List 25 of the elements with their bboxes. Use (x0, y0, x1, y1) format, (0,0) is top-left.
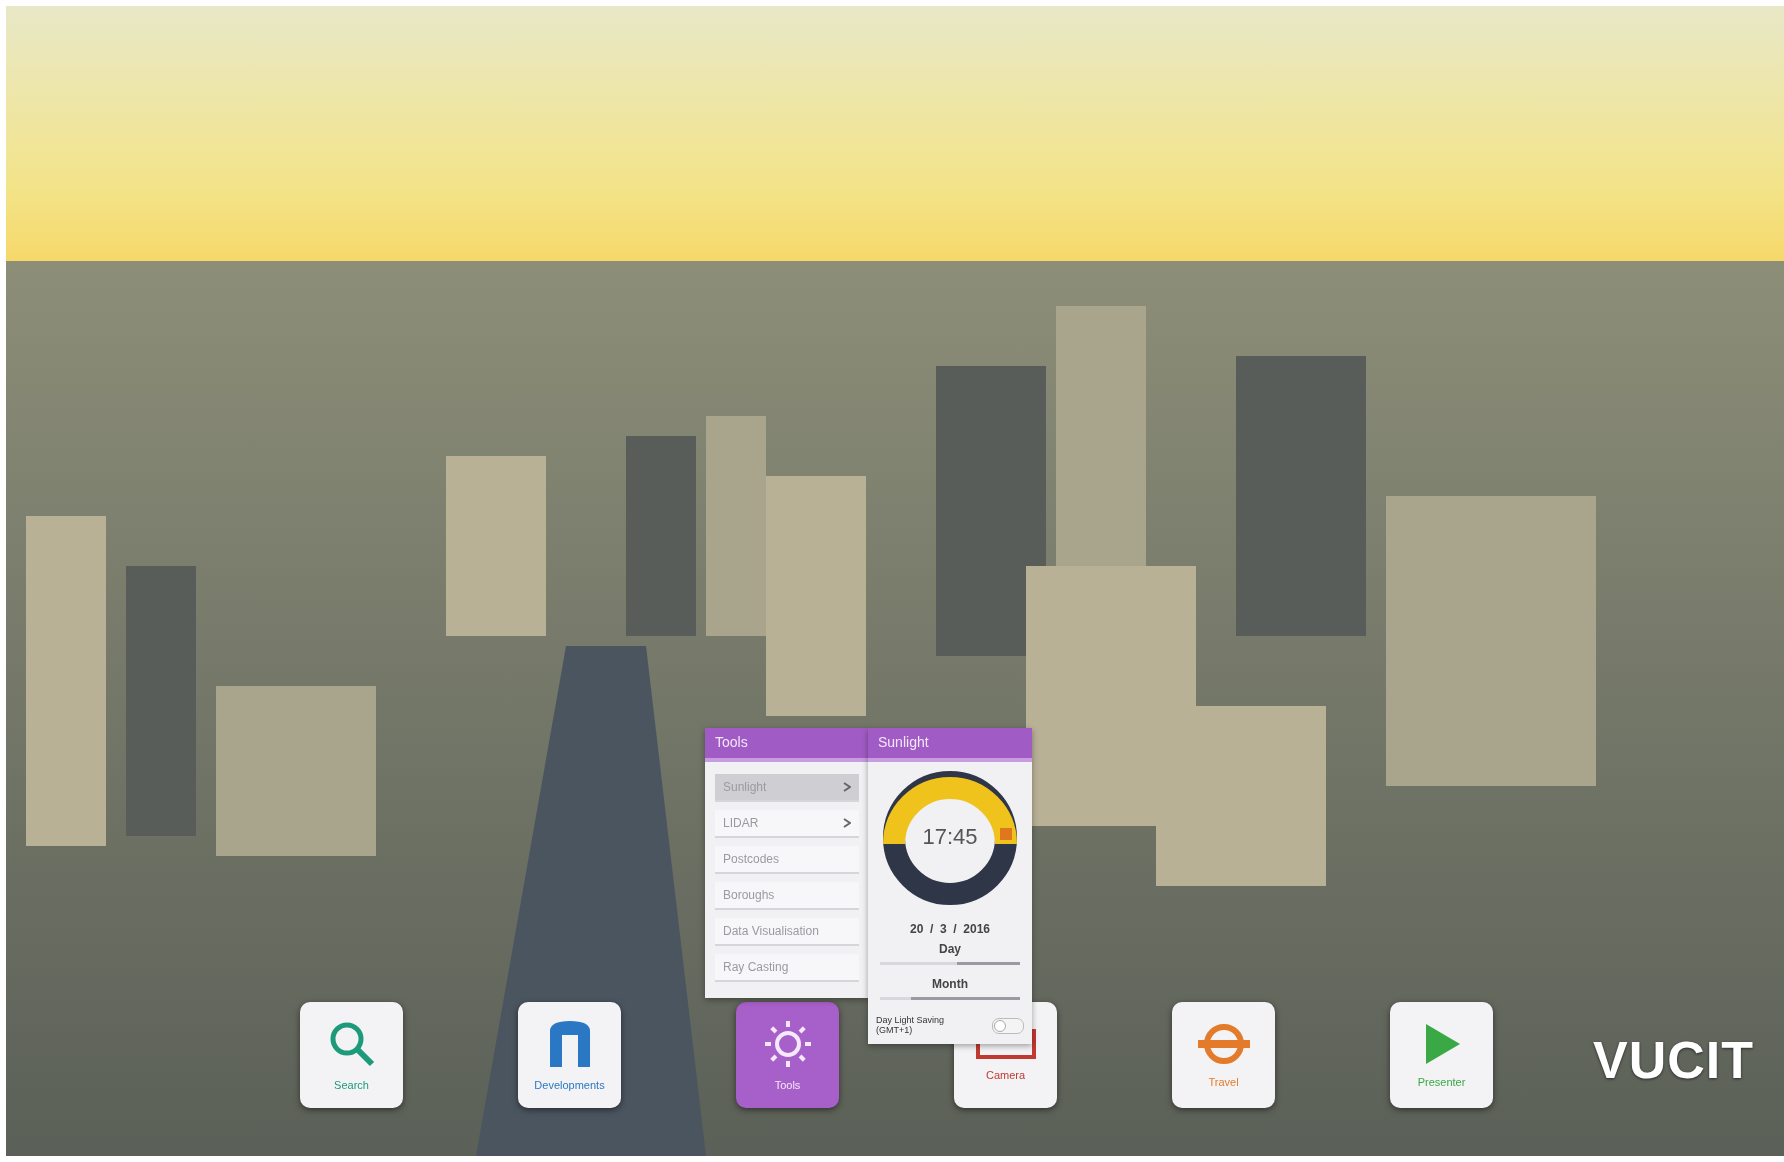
panel-title: Sunlight (868, 728, 1032, 762)
time-text: 17:45 (921, 824, 979, 850)
camera-icon (975, 1029, 1036, 1059)
slider-label: Day (939, 942, 961, 956)
menu-item[interactable]: Postcodes (715, 846, 859, 874)
menu-item[interactable]: Ray Casting (715, 954, 859, 982)
slider-track[interactable] (880, 962, 1020, 965)
toggle-label: Day Light Saving (GMT+1) (876, 1016, 946, 1036)
arch-icon (547, 1019, 592, 1069)
menu-item[interactable]: LIDAR (715, 810, 859, 838)
dock-button[interactable]: Search (300, 1002, 403, 1108)
dock-button[interactable]: Developments (518, 1002, 621, 1108)
slider-label: Month (932, 977, 968, 991)
logo-text: VUCIT (1593, 1030, 1754, 1090)
slider-track[interactable] (880, 997, 1020, 1000)
roundel-icon (1195, 1022, 1252, 1066)
dock-button[interactable]: Tools (736, 1002, 839, 1108)
dock-button[interactable]: Travel (1172, 1002, 1275, 1108)
date-text: 20 / 3 / 2016 (909, 922, 991, 936)
menu-item[interactable]: Boroughs (715, 882, 859, 910)
panel-title: Tools (705, 728, 869, 762)
dock-button[interactable]: Presenter (1390, 1002, 1493, 1108)
menu-item[interactable]: Data Visualisation (715, 918, 859, 946)
sun-icon (762, 1019, 813, 1069)
toggle-switch[interactable] (992, 1017, 1024, 1034)
